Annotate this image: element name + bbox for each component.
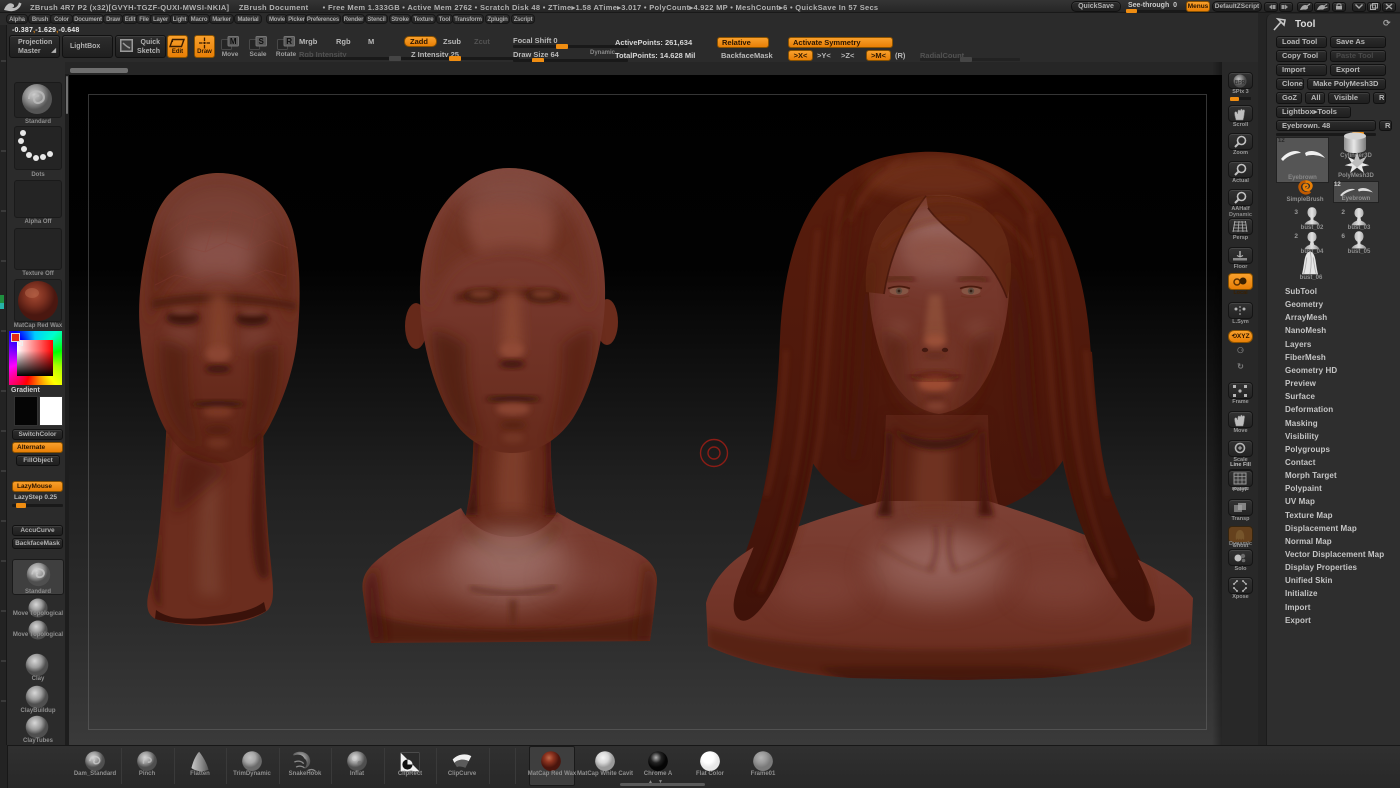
svg-text:M: M	[230, 37, 237, 46]
svg-text:R: R	[286, 37, 292, 46]
svg-text:BPR: BPR	[1235, 80, 1246, 86]
svg-text:S: S	[259, 37, 265, 46]
